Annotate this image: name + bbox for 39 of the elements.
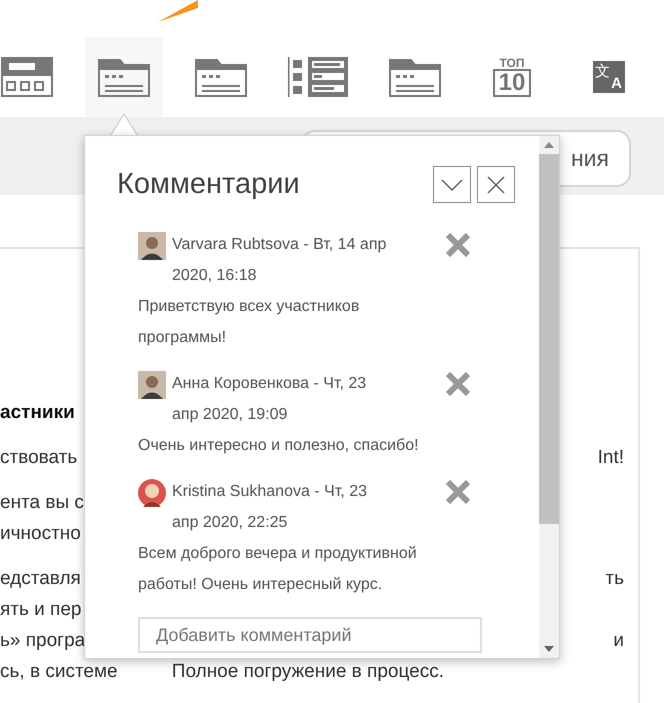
folder-icon	[195, 57, 247, 97]
folder-icon	[98, 57, 150, 97]
comment-text: Всем доброго вечера и продуктивной работы! Очень интересный курс.	[138, 544, 418, 595]
text-fragment: ента вы с	[0, 491, 84, 515]
scroll-up-icon[interactable]	[544, 142, 554, 148]
text-fragment: ть	[605, 567, 624, 591]
text-fragment: астники	[0, 401, 75, 425]
comment-author-date: Анна Коровенкова - Чт, 23 апр 2020, 19:09	[172, 374, 368, 425]
delete-icon[interactable]	[445, 479, 471, 505]
text-fragment: ствовать	[0, 446, 78, 470]
logo-fragment	[158, 0, 198, 22]
avatar	[138, 479, 166, 507]
comment-text: Очень интересно и полезно, спасибо!	[138, 436, 420, 456]
popup-title: Комментарии	[117, 168, 300, 201]
close-icon	[487, 176, 505, 194]
text-fragment: ь» програ	[0, 629, 86, 653]
list-icon	[287, 56, 349, 98]
delete-icon[interactable]	[445, 232, 471, 258]
text-fragment: едставля	[0, 567, 81, 591]
close-button[interactable]	[477, 166, 515, 203]
text-fragment: и	[613, 629, 624, 653]
chevron-down-icon	[441, 178, 463, 190]
text-fragment: ять и пер	[0, 598, 82, 622]
comment-input[interactable]: Добавить комментарий	[138, 617, 482, 653]
text-fragment: Полное погружение в процесс.	[172, 660, 444, 684]
comment-author-date: Varvara Rubtsova - Вт, 14 апр 2020, 16:18	[172, 235, 388, 286]
scroll-down-icon[interactable]	[544, 646, 554, 652]
avatar	[138, 371, 166, 399]
comment-author-date: Kristina Sukhanova - Чт, 23 апр 2020, 22:25	[172, 482, 368, 533]
delete-icon[interactable]	[445, 371, 471, 397]
text-fragment: сь, в системе	[0, 660, 118, 684]
folder-icon	[389, 57, 441, 97]
avatar	[138, 232, 166, 260]
translate-icon: 文 A	[593, 61, 625, 93]
scrollbar[interactable]	[539, 136, 559, 658]
text-fragment: Int!	[598, 446, 624, 470]
text-fragment: ичностно	[0, 522, 81, 546]
collapse-button[interactable]	[433, 166, 471, 203]
comment-text: Приветствую всех участников программы!	[138, 297, 360, 348]
